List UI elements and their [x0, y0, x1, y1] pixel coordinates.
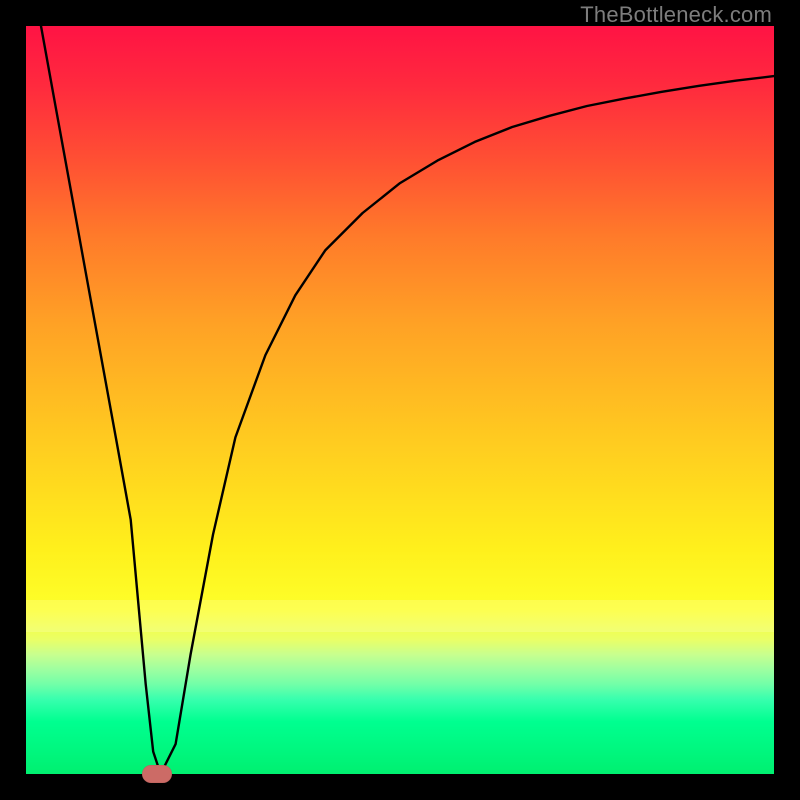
bottleneck-curve [26, 26, 774, 774]
chart-frame: TheBottleneck.com [0, 0, 800, 800]
watermark-text: TheBottleneck.com [580, 2, 772, 28]
optimal-point-marker [142, 765, 172, 783]
